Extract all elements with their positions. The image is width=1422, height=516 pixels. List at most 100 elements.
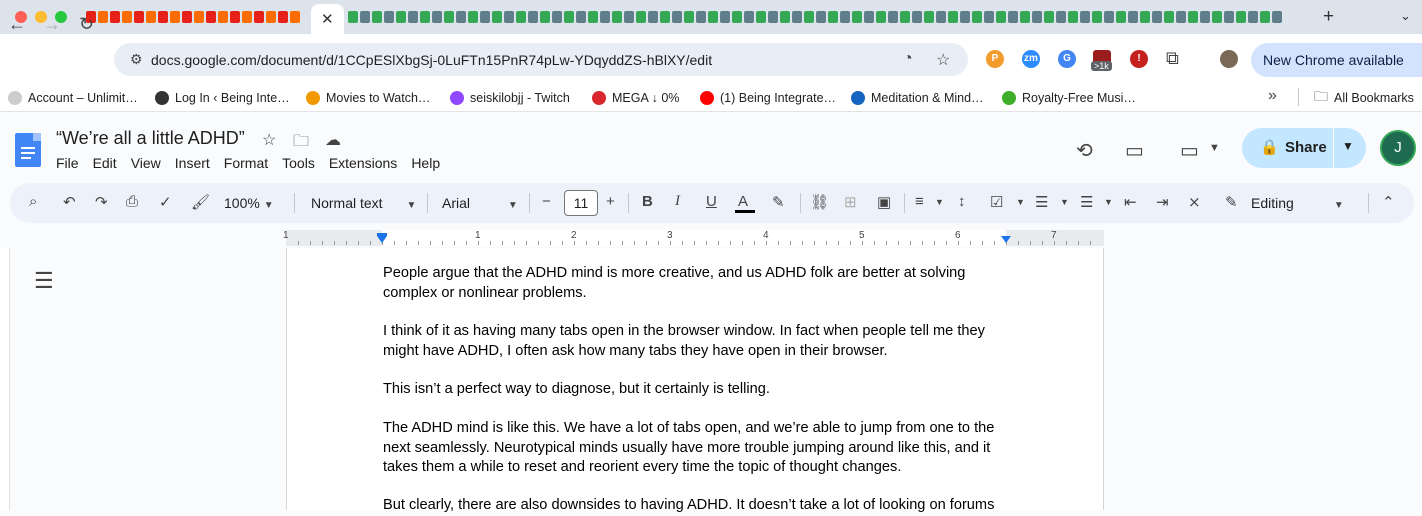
tab-favicon-icon[interactable] (134, 11, 144, 23)
bookmark-star-icon[interactable]: ☆ (936, 50, 950, 70)
bookmark-item[interactable]: Log In ‹ Being Inte… (155, 89, 290, 107)
bookmark-item[interactable]: (1) Being Integrate… (700, 89, 836, 107)
bookmark-item[interactable]: seiskilobjj - Twitch (450, 89, 570, 107)
tab-favicon-icon[interactable] (732, 11, 742, 23)
redo-icon[interactable]: ↷ (95, 193, 108, 211)
tab-favicon-icon[interactable] (1080, 11, 1090, 23)
tab-favicon-icon[interactable] (1068, 11, 1078, 23)
tab-favicon-icon[interactable] (98, 11, 108, 23)
paragraph[interactable]: People argue that the ADHD mind is more … (383, 264, 1013, 303)
tab-favicon-icon[interactable] (888, 11, 898, 23)
tab-favicon-icon[interactable] (396, 11, 406, 23)
performance-icon[interactable]: ◔ (903, 50, 913, 68)
font-size-input[interactable]: 11 (564, 190, 598, 216)
tab-favicon-icon[interactable] (266, 11, 276, 23)
tab-favicon-icon[interactable] (696, 11, 706, 23)
undo-icon[interactable]: ↶ (63, 193, 76, 211)
tab-favicon-icon[interactable] (1212, 11, 1222, 23)
tab-favicon-icon[interactable] (1128, 11, 1138, 23)
tab-favicon-icon[interactable] (828, 11, 838, 23)
tab-favicon-icon[interactable] (218, 11, 228, 23)
document-title[interactable]: “We’re all a little ADHD” (56, 128, 245, 149)
tab-favicon-icon[interactable] (1152, 11, 1162, 23)
tab-favicon-icon[interactable] (552, 11, 562, 23)
tab-favicon-icon[interactable] (564, 11, 574, 23)
italic-icon[interactable]: I (675, 193, 680, 210)
tab-favicons-left[interactable] (86, 9, 300, 25)
extension-icon[interactable]: ! (1130, 50, 1148, 68)
menu-format[interactable]: Format (224, 155, 282, 171)
checklist-icon[interactable]: ☑ (990, 193, 1003, 211)
bulleted-list-icon[interactable]: ☰ (1035, 193, 1048, 211)
tab-favicon-icon[interactable] (612, 11, 622, 23)
right-indent-marker[interactable] (1001, 236, 1011, 243)
highlight-color-icon[interactable]: ✎ (772, 193, 785, 211)
zoom-extension-icon[interactable]: zm (1022, 50, 1040, 68)
paragraph-style-select[interactable]: Normal text ▼ (311, 195, 416, 211)
underline-icon[interactable]: U (706, 193, 717, 210)
decrease-font-size-icon[interactable]: − (542, 193, 551, 210)
document-outline-icon[interactable]: ☰ (34, 268, 54, 294)
tab-favicon-icon[interactable] (1116, 11, 1126, 23)
font-select[interactable]: Arial ▼ (442, 195, 518, 211)
meet-video-icon[interactable]: ▭ (1180, 138, 1199, 163)
paragraph[interactable]: I think of it as having many tabs open i… (383, 322, 1013, 361)
tab-favicon-icon[interactable] (1188, 11, 1198, 23)
tab-favicon-icon[interactable] (348, 11, 358, 23)
tab-favicon-icon[interactable] (1224, 11, 1234, 23)
tab-favicon-icon[interactable] (170, 11, 180, 23)
all-bookmarks-button[interactable]: 🗀 All Bookmarks (1314, 88, 1414, 107)
tab-favicon-icon[interactable] (278, 11, 288, 23)
menu-tools[interactable]: Tools (282, 155, 329, 171)
tab-favicon-icon[interactable] (852, 11, 862, 23)
tab-favicon-icon[interactable] (444, 11, 454, 23)
tab-favicon-icon[interactable] (254, 11, 264, 23)
left-indent-marker[interactable] (377, 236, 387, 243)
tab-favicon-icon[interactable] (480, 11, 490, 23)
tab-favicon-icon[interactable] (290, 11, 300, 23)
back-icon[interactable]: ← (8, 14, 26, 35)
tab-favicon-icon[interactable] (864, 11, 874, 23)
tab-favicon-icon[interactable] (408, 11, 418, 23)
tab-favicon-icon[interactable] (816, 11, 826, 23)
bookmark-item[interactable]: Meditation & Mind… (851, 89, 984, 107)
increase-indent-icon[interactable]: ⇥ (1156, 193, 1169, 211)
tab-favicon-icon[interactable] (804, 11, 814, 23)
tab-favicon-icon[interactable] (1236, 11, 1246, 23)
tab-favicon-icon[interactable] (840, 11, 850, 23)
tab-favicon-icon[interactable] (110, 11, 120, 23)
tab-favicon-icon[interactable] (1140, 11, 1150, 23)
insert-link-icon[interactable]: ⛓ (810, 193, 829, 211)
tab-favicon-icon[interactable] (158, 11, 168, 23)
tab-favicon-icon[interactable] (1248, 11, 1258, 23)
tab-favicon-icon[interactable] (684, 11, 694, 23)
tab-favicon-icon[interactable] (960, 11, 970, 23)
tab-favicon-icon[interactable] (456, 11, 466, 23)
tab-favicon-icon[interactable] (1044, 11, 1054, 23)
star-icon[interactable]: ☆ (262, 130, 276, 150)
tab-favicon-icon[interactable] (912, 11, 922, 23)
paragraph[interactable]: This isn’t a perfect way to diagnose, bu… (383, 380, 1013, 400)
new-chrome-available-button[interactable]: New Chrome available (1251, 43, 1422, 77)
reload-icon[interactable]: ↻ (79, 14, 94, 35)
bold-icon[interactable]: B (642, 193, 653, 210)
bookmark-item[interactable]: Account – Unlimit… (8, 89, 138, 107)
extensions-puzzle-icon[interactable]: ⧉ (1166, 48, 1179, 69)
line-spacing-icon[interactable]: ↕ (958, 193, 966, 210)
vertical-ruler[interactable] (0, 248, 10, 510)
numbered-list-icon[interactable]: ☰ (1080, 193, 1093, 211)
translate-extension-icon[interactable]: G (1058, 50, 1076, 68)
menu-view[interactable]: View (131, 155, 175, 171)
tab-favicon-icon[interactable] (636, 11, 646, 23)
tab-favicon-icon[interactable] (432, 11, 442, 23)
tab-favicon-icon[interactable] (206, 11, 216, 23)
tab-favicon-icon[interactable] (1008, 11, 1018, 23)
tab-favicon-icon[interactable] (876, 11, 886, 23)
paragraph[interactable]: But clearly, there are also downsides to… (383, 496, 1013, 516)
tab-favicon-icon[interactable] (1092, 11, 1102, 23)
menu-help[interactable]: Help (411, 155, 454, 171)
chevron-right-icon[interactable]: » (1268, 87, 1277, 105)
url-text[interactable]: docs.google.com/document/d/1CCpESlXbgSj-… (151, 52, 712, 68)
active-tab[interactable]: ✕ (311, 4, 344, 34)
tab-favicon-icon[interactable] (146, 11, 156, 23)
